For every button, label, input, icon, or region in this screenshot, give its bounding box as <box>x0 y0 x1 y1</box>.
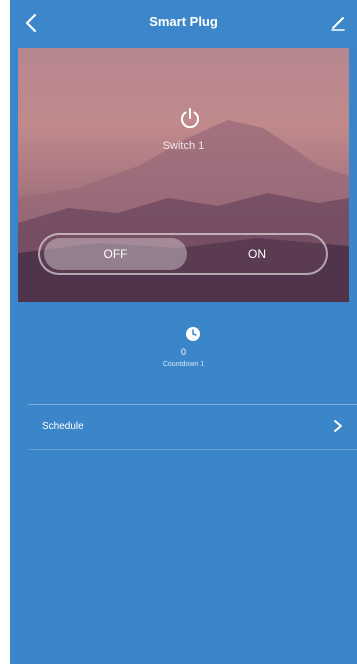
edit-button[interactable] <box>329 14 347 32</box>
header-bar: Smart Plug <box>10 0 357 48</box>
page-title: Smart Plug <box>149 14 218 29</box>
off-option[interactable]: OFF <box>44 238 187 270</box>
chevron-right-icon <box>334 420 342 432</box>
pencil-icon <box>331 17 345 31</box>
divider <box>28 449 357 450</box>
countdown-value: 0 <box>180 347 186 357</box>
power-icon[interactable] <box>178 106 202 130</box>
on-option[interactable]: ON <box>192 238 322 270</box>
timer-icon[interactable] <box>185 326 201 342</box>
switch-name-label: Switch 1 <box>162 140 205 152</box>
schedule-row[interactable]: Schedule <box>10 405 357 449</box>
switch-hero-panel: Switch 1 OFF ON <box>18 48 349 302</box>
smart-plug-screen: Smart Plug Switch 1 OFF ON 0 Countdown 1 <box>10 0 357 664</box>
countdown-label: Countdown 1 <box>162 361 205 368</box>
on-off-toggle[interactable]: OFF ON <box>38 233 328 275</box>
schedule-label: Schedule <box>42 421 84 432</box>
